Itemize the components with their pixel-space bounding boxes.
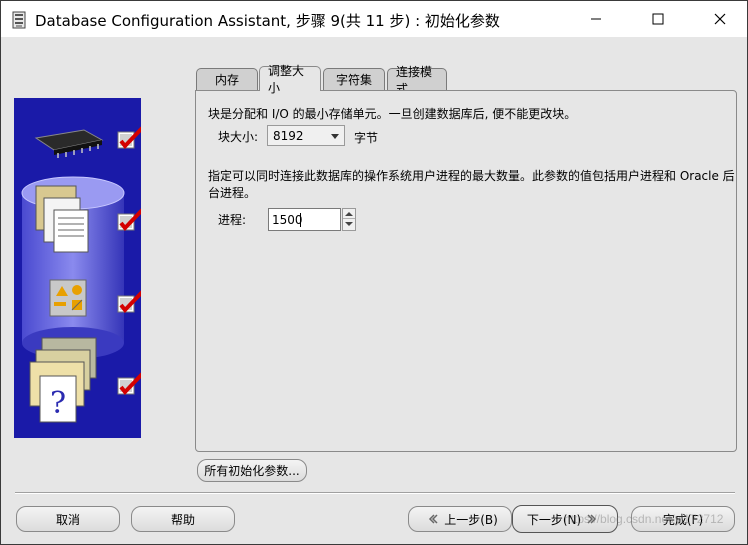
window-title: Database Configuration Assistant, 步骤 9(共… <box>35 12 500 30</box>
footer-divider <box>15 492 735 494</box>
close-button[interactable] <box>697 1 743 37</box>
shapes-icon <box>49 279 87 317</box>
processes-description-line2: 台进程。 <box>208 186 257 200</box>
back-button[interactable]: 上一步(B) <box>408 506 512 532</box>
processes-input[interactable]: 1500 <box>268 208 341 231</box>
title-bar: Database Configuration Assistant, 步骤 9(共… <box>1 1 747 37</box>
tab-connection-mode[interactable]: 连接模式 <box>387 65 447 96</box>
minimize-icon <box>591 18 601 20</box>
tab-memory[interactable]: 内存 <box>196 68 258 90</box>
svg-text:?: ? <box>50 386 66 421</box>
watermark-text: https://blog.csdn.net/yl172712 <box>564 512 724 526</box>
minimize-button[interactable] <box>573 1 619 37</box>
chevron-down-icon <box>330 130 340 144</box>
spinner-up-icon[interactable] <box>343 209 355 219</box>
cancel-button[interactable]: 取消 <box>16 506 120 532</box>
sizing-tab-panel: 块是分配和 I/O 的最小存储单元。一旦创建数据库后, 便不能更改块。 块大小:… <box>195 90 737 452</box>
processes-value: 1500 <box>272 213 303 227</box>
dialog-window: Database Configuration Assistant, 步骤 9(共… <box>0 0 748 545</box>
wizard-side-image: ? <box>14 98 148 438</box>
help-button[interactable]: 帮助 <box>131 506 235 532</box>
block-size-unit: 字节 <box>354 131 379 145</box>
processes-description-line1: 指定可以同时连接此数据库的操作系统用户进程的最大数量。此参数的值包括用户进程和 … <box>208 169 735 183</box>
maximize-button[interactable] <box>635 1 681 37</box>
help-folder-icon: ? <box>29 337 97 423</box>
block-size-label: 块大小: <box>218 130 259 144</box>
close-icon <box>714 13 726 25</box>
back-button-label: 上一步(B) <box>444 512 498 527</box>
processes-spinner[interactable] <box>342 208 356 231</box>
text-caret <box>300 213 301 227</box>
tab-sizing[interactable]: 调整大小 <box>259 64 321 95</box>
block-size-value: 8192 <box>273 129 304 143</box>
processes-label: 进程: <box>218 213 247 227</box>
tab-character-sets[interactable]: 字符集 <box>323 68 385 90</box>
chip-icon <box>34 129 104 158</box>
app-icon <box>11 11 27 29</box>
all-init-params-button[interactable]: 所有初始化参数... <box>197 459 307 482</box>
block-size-description: 块是分配和 I/O 的最小存储单元。一旦创建数据库后, 便不能更改块。 <box>208 107 577 121</box>
maximize-icon <box>652 13 664 25</box>
block-size-select[interactable]: 8192 <box>267 125 345 146</box>
spinner-down-icon[interactable] <box>343 219 355 229</box>
chevron-left-icon <box>428 514 438 524</box>
